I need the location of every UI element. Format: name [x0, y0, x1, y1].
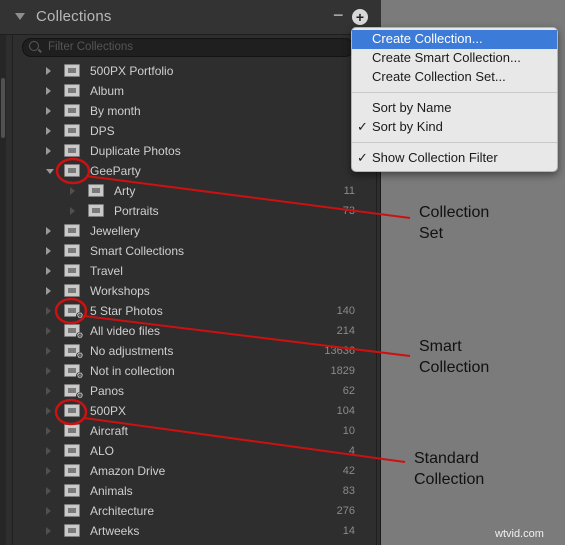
add-collection-menu: Create Collection... Create Smart Collect… [351, 27, 558, 172]
checkmark-icon: ✓ [357, 119, 368, 134]
checkmark-icon: ✓ [357, 150, 368, 165]
set-callout-line [85, 175, 411, 219]
menu-item-label: Create Smart Collection... [372, 50, 521, 65]
smart-callout-line [83, 315, 411, 357]
menu-separator [352, 142, 557, 143]
annotation-standard-collection: Standard Collection [414, 448, 484, 490]
annotation-line: Standard [414, 450, 479, 467]
annotation-smart-collection: Smart Collection [419, 336, 489, 378]
menu-separator [352, 92, 557, 93]
annotation-line: Smart [419, 338, 462, 355]
annotation-collection-set: Collection Set [419, 202, 489, 244]
menu-item[interactable]: Create Collection... [352, 30, 557, 49]
menu-item[interactable]: ✓ Show Collection Filter [352, 149, 557, 168]
menu-item-label: Sort by Name [372, 100, 452, 115]
menu-item[interactable]: Sort by Name [352, 99, 557, 118]
menu-item-label: Show Collection Filter [372, 150, 498, 165]
annotation-line: Collection [414, 471, 485, 488]
smart-icon-circle [54, 297, 88, 325]
annotation-line: Set [419, 225, 444, 242]
menu-item[interactable]: Create Collection Set... [352, 68, 557, 87]
annotation-line: Collection [419, 359, 490, 376]
menu-item[interactable]: ✓ Sort by Kind [352, 118, 557, 137]
menu-item-label: Sort by Kind [372, 119, 443, 134]
menu-item-label: Create Collection Set... [372, 69, 506, 84]
menu-item-label: Create Collection... [372, 31, 483, 46]
standard-callout-line [83, 417, 406, 463]
annotation-line: Collection [419, 204, 490, 221]
standard-icon-circle [54, 398, 88, 426]
set-icon-circle [55, 157, 91, 185]
watermark: wtvid.com [495, 528, 544, 540]
menu-item[interactable]: Create Smart Collection... [352, 49, 557, 68]
